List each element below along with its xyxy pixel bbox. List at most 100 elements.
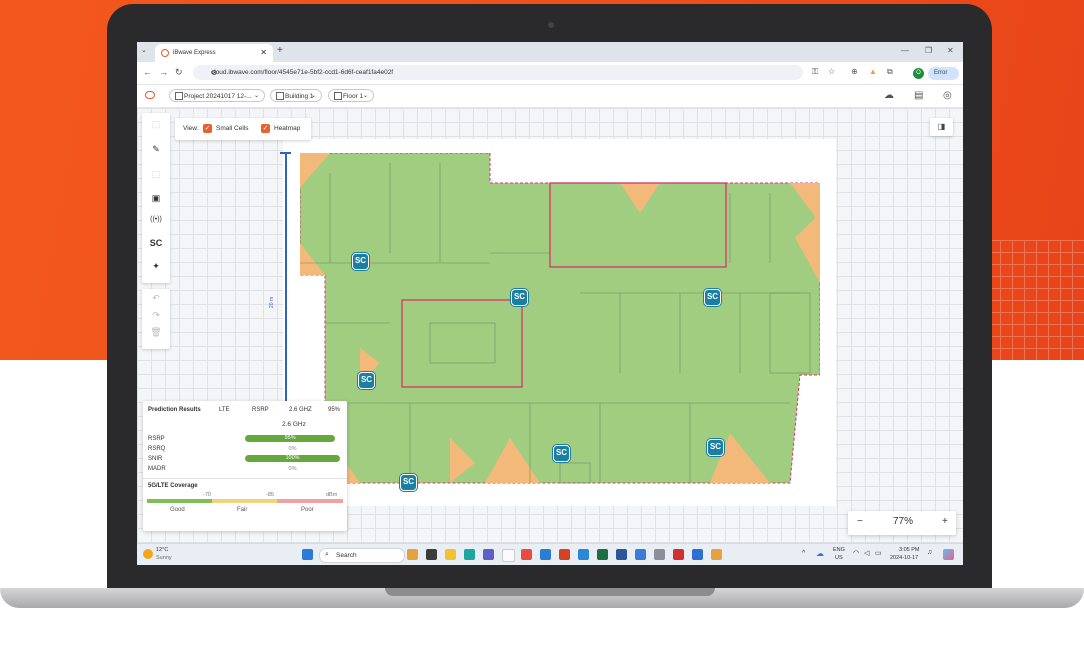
excel-icon[interactable]	[597, 549, 608, 560]
copilot-icon[interactable]	[943, 549, 954, 560]
tab-title: iBwave Express	[173, 50, 216, 56]
restore-icon[interactable]: ❐	[925, 46, 932, 55]
small-cells-checkbox[interactable]: ✓	[203, 124, 212, 133]
task-view-icon[interactable]	[426, 549, 437, 560]
error-button[interactable]: Error	[928, 67, 959, 80]
extension-icon[interactable]: ⊕	[851, 67, 858, 76]
account-icon[interactable]: ◎	[943, 90, 952, 101]
tab-search-icon[interactable]: ⌄	[141, 46, 147, 54]
language-label[interactable]: ENG	[833, 547, 845, 553]
remote-desktop-icon[interactable]	[692, 549, 703, 560]
weather-sun-icon[interactable]	[143, 549, 153, 559]
zoom-in-button[interactable]: +	[942, 516, 948, 527]
small-cell-marker[interactable]: SC	[704, 289, 721, 306]
cloud-sync-icon[interactable]: ☁	[884, 90, 894, 101]
chevron-down-icon: ⌄	[362, 93, 368, 99]
onedrive-cloud-icon[interactable]: ☁	[816, 549, 824, 558]
tech-label[interactable]: LTE	[219, 407, 230, 413]
ruler-label: 20 m	[269, 296, 275, 308]
chevron-up-icon[interactable]: ^	[802, 550, 805, 557]
delete-icon[interactable]: 🗑	[142, 327, 170, 338]
small-cell-tool-icon[interactable]: SC	[142, 238, 170, 248]
new-tab-icon[interactable]: +	[277, 45, 283, 56]
password-key-icon[interactable]: ⚿	[812, 67, 818, 77]
word-icon[interactable]	[616, 549, 627, 560]
wifi-icon[interactable]: ◠	[853, 549, 859, 557]
select-tool-icon[interactable]: ⬚	[142, 119, 170, 130]
extensions-puzzle-icon[interactable]: ⧉	[887, 67, 893, 77]
chrome-icon[interactable]	[521, 549, 532, 560]
maps-icon[interactable]	[635, 549, 646, 560]
building-dropdown[interactable]: Building 1 ⌄	[270, 89, 322, 102]
forward-icon[interactable]: →	[159, 67, 168, 77]
floor-canvas[interactable]: SC SC SC SC SC SC SC 20 m ⬚ ✎ ⬚ ▣ ((•)) …	[137, 108, 963, 543]
project-dropdown[interactable]: Project 20241017 12-... ⌄	[169, 89, 265, 102]
draw-wall-icon[interactable]: ✎	[142, 144, 170, 155]
window-close-icon[interactable]: ✕	[947, 46, 954, 55]
file-explorer-icon[interactable]	[445, 549, 456, 560]
small-cell-marker[interactable]: SC	[400, 474, 417, 491]
app-icon[interactable]	[711, 549, 722, 560]
small-cell-marker[interactable]: SC	[511, 289, 528, 306]
small-cell-marker[interactable]: SC	[707, 439, 724, 456]
rsrp-bar: 95%	[245, 435, 336, 442]
auto-design-wand-icon[interactable]: ✦	[142, 261, 170, 272]
legend-fair-label: Fair	[237, 507, 248, 513]
windows-start-icon[interactable]	[302, 549, 313, 560]
divider	[143, 478, 347, 479]
teams-icon[interactable]	[483, 549, 494, 560]
small-cell-marker[interactable]: SC	[553, 445, 570, 462]
close-tab-icon[interactable]: ✕	[260, 48, 267, 57]
side-panel-toggle-icon[interactable]: ◨	[930, 118, 953, 136]
chevron-down-icon: ⌄	[253, 93, 259, 99]
scale-ruler[interactable]	[285, 153, 287, 408]
settings-icon[interactable]	[654, 549, 665, 560]
legend-fair-bar	[212, 499, 277, 503]
floor-dropdown[interactable]: Floor 1 ⌄	[328, 89, 374, 102]
legend-good-bar	[147, 499, 212, 503]
bookmark-star-icon[interactable]: ☆	[828, 67, 835, 76]
volume-icon[interactable]: ◁	[864, 549, 869, 557]
notification-bell-icon[interactable]: ♫	[927, 549, 932, 556]
prediction-title: Prediction Results	[148, 407, 201, 413]
reload-icon[interactable]: ↻	[175, 67, 183, 78]
antenna-tool-icon[interactable]: ((•))	[142, 216, 170, 223]
document-icon[interactable]: ▤	[914, 90, 923, 101]
metric-label[interactable]: RSRP	[252, 407, 269, 413]
edge-browser-icon[interactable]	[464, 549, 475, 560]
ibwave-logo-icon[interactable]	[145, 91, 155, 99]
room-tool-icon[interactable]: ▣	[142, 193, 170, 204]
error-label: Error	[934, 70, 948, 76]
app-icon[interactable]	[407, 549, 418, 560]
zoom-out-button[interactable]: −	[857, 516, 863, 527]
back-icon[interactable]: ←	[143, 67, 152, 77]
acrobat-icon[interactable]	[673, 549, 684, 560]
file-icon	[175, 92, 183, 100]
history-palette: ↶ ↷ 🗑	[142, 289, 170, 349]
metric-name-snir: SNIR	[148, 456, 163, 462]
alert-extension-icon[interactable]: ▲	[869, 67, 877, 76]
browser-tab-bar: ⌄ iBwave Express ✕ + — ❐ ✕	[137, 42, 963, 62]
minimize-icon[interactable]: —	[901, 46, 909, 55]
windows-taskbar: 12°C Sunny ⌕ Search ^ ☁ ENG US ◠ ◁ ▭ 3:0…	[137, 543, 963, 565]
coverage-title: 5G/LTE Coverage	[148, 483, 198, 489]
photos-icon[interactable]	[578, 549, 589, 560]
undo-icon[interactable]: ↶	[142, 293, 170, 304]
browser-tab[interactable]: iBwave Express ✕	[155, 44, 273, 62]
address-bar[interactable]: ⚙ cloud.ibwave.com/floor/4545e71e-5bf2-c…	[193, 65, 803, 80]
heatmap-checkbox[interactable]: ✓	[261, 124, 270, 133]
notepad-icon[interactable]	[502, 549, 515, 562]
redo-icon[interactable]: ↷	[142, 310, 170, 321]
area-select-icon[interactable]: ⬚	[142, 169, 170, 180]
search-label: Search	[336, 551, 357, 559]
floor-plan-heatmap	[300, 153, 820, 484]
outlook-icon[interactable]	[540, 549, 551, 560]
clock-time[interactable]: 3:05 PM	[899, 547, 919, 553]
small-cell-marker[interactable]: SC	[352, 253, 369, 270]
battery-icon[interactable]: ▭	[875, 549, 882, 557]
small-cell-marker[interactable]: SC	[358, 372, 375, 389]
taskbar-search[interactable]: ⌕ Search	[319, 548, 405, 563]
band-label[interactable]: 2.6 GHZ	[289, 407, 312, 413]
profile-avatar[interactable]: O	[913, 68, 924, 79]
powerpoint-icon[interactable]	[559, 549, 570, 560]
